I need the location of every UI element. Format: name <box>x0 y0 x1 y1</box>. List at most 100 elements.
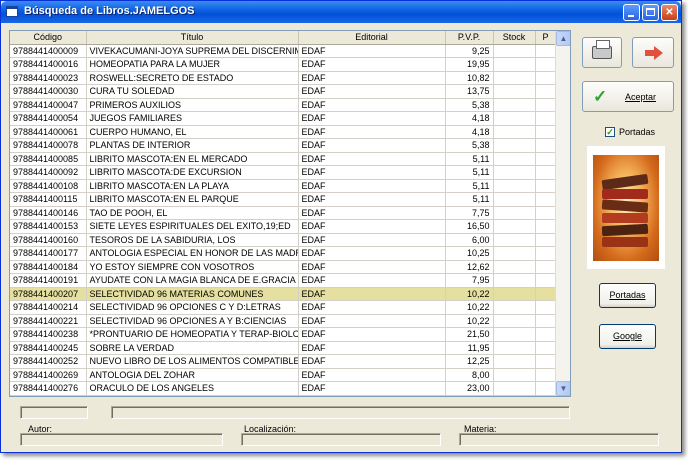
column-header-codigo[interactable]: Código <box>10 31 87 45</box>
checkmark-icon: ✓ <box>593 87 608 106</box>
cell-stock <box>493 165 536 180</box>
table-row[interactable]: 9788441400238 *PRONTUARIO DE HOMEOPATIA Y… <box>10 327 557 342</box>
cell-p <box>535 206 557 220</box>
table-row[interactable]: 9788441400184 YO ESTOY SIEMPRE CON VOSOTR… <box>10 260 557 274</box>
table-row[interactable]: 9788441400191 AYUDATE CON LA MAGIA BLANCA… <box>10 273 557 288</box>
table-row[interactable]: 9788441400269 ANTOLOGIA DEL ZOHAR EDAF 8,00 <box>10 368 557 382</box>
cell-stock <box>493 368 536 382</box>
table-row[interactable]: 9788441400252 NUEVO LIBRO DE LOS ALIMENTO… <box>10 354 557 369</box>
close-button[interactable]: ✕ <box>661 4 678 21</box>
minimize-button[interactable] <box>623 4 640 21</box>
cell-pvp: 7,95 <box>445 273 494 288</box>
grid-vertical-scrollbar[interactable]: ▲ ▼ <box>555 31 570 396</box>
cell-stock <box>493 98 536 112</box>
cell-codigo: 9788441400023 <box>10 71 87 85</box>
cell-pvp: 5,11 <box>445 179 494 193</box>
table-row[interactable]: 9788441400146 TAO DE POOH, EL EDAF 7,75 <box>10 206 557 220</box>
scroll-up-arrow-icon[interactable]: ▲ <box>556 31 570 46</box>
table-row[interactable]: 9788441400030 CURA TU SOLEDAD EDAF 13,75 <box>10 84 557 99</box>
grid-header-row: Código Título Editorial P.V.P. Stock P <box>10 31 557 45</box>
cell-titulo: *PRONTUARIO DE HOMEOPATIA Y TERAP-BIOLOG <box>86 327 299 342</box>
cell-codigo: 9788441400269 <box>10 368 87 382</box>
cell-stock <box>493 233 536 247</box>
localizacion-field <box>241 433 441 446</box>
cell-stock <box>493 300 536 315</box>
maximize-button[interactable] <box>642 4 659 21</box>
table-row[interactable]: 9788441400221 SELECTIVIDAD 96 OPCIONES A … <box>10 314 557 328</box>
cell-p <box>535 138 557 153</box>
cell-stock <box>493 260 536 274</box>
accept-button[interactable]: ✓ Aceptar <box>582 81 674 112</box>
column-header-p[interactable]: P <box>535 31 557 45</box>
cell-p <box>535 327 557 342</box>
cell-titulo: ROSWELL:SECRETO DE ESTADO <box>86 71 299 85</box>
cell-editorial: EDAF <box>298 314 446 328</box>
google-button[interactable]: Google <box>599 324 656 349</box>
cell-codigo: 9788441400078 <box>10 138 87 153</box>
cell-titulo: TAO DE POOH, EL <box>86 206 299 220</box>
cell-p <box>535 368 557 382</box>
cell-p <box>535 44 557 58</box>
cell-codigo: 9788441400221 <box>10 314 87 328</box>
cell-p <box>535 98 557 112</box>
cell-codigo: 9788441400207 <box>10 287 87 301</box>
table-row[interactable]: 9788441400160 TESOROS DE LA SABIDURIA, LO… <box>10 233 557 247</box>
portadas-checkbox[interactable]: ✓ <box>605 127 615 137</box>
cell-p <box>535 152 557 166</box>
cell-editorial: EDAF <box>298 98 446 112</box>
cell-pvp: 5,11 <box>445 192 494 207</box>
cell-editorial: EDAF <box>298 233 446 247</box>
portadas-button[interactable]: Portadas <box>599 283 656 308</box>
cell-stock <box>493 71 536 85</box>
table-row[interactable]: 9788441400108 LIBRITO MASCOTA:EN LA PLAYA… <box>10 179 557 193</box>
exit-button[interactable] <box>632 37 674 68</box>
close-icon: ✕ <box>665 7 674 18</box>
cell-codigo: 9788441400245 <box>10 341 87 355</box>
cell-codigo: 9788441400184 <box>10 260 87 274</box>
table-row[interactable]: 9788441400078 PLANTAS DE INTERIOR EDAF 5,38 <box>10 138 557 153</box>
table-row[interactable]: 9788441400054 JUEGOS FAMILIARES EDAF 4,18 <box>10 111 557 126</box>
printer-icon <box>592 40 612 59</box>
status-field-left <box>20 406 88 419</box>
cell-pvp: 10,82 <box>445 71 494 85</box>
table-row[interactable]: 9788441400207 SELECTIVIDAD 96 MATERIAS CO… <box>10 287 557 301</box>
cell-editorial: EDAF <box>298 179 446 193</box>
table-row[interactable]: 9788441400047 PRIMEROS AUXILIOS EDAF 5,38 <box>10 98 557 112</box>
cell-stock <box>493 179 536 193</box>
cell-titulo: PLANTAS DE INTERIOR <box>86 138 299 153</box>
cell-p <box>535 354 557 369</box>
table-row[interactable]: 9788441400276 ORACULO DE LOS ANGELES EDAF 2… <box>10 381 557 396</box>
google-button-label: Google <box>612 331 643 341</box>
table-row[interactable]: 9788441400245 SOBRE LA VERDAD EDAF 11,95 <box>10 341 557 355</box>
table-row[interactable]: 9788441400061 CUERPO HUMANO, EL EDAF 4,18 <box>10 125 557 139</box>
table-row[interactable]: 9788441400023 ROSWELL:SECRETO DE ESTADO ED… <box>10 71 557 85</box>
column-header-pvp[interactable]: P.V.P. <box>445 31 494 45</box>
scroll-down-arrow-icon[interactable]: ▼ <box>556 381 570 396</box>
print-button[interactable] <box>582 37 622 68</box>
cell-titulo: ORACULO DE LOS ANGELES <box>86 381 299 396</box>
column-header-stock[interactable]: Stock <box>493 31 536 45</box>
column-header-titulo[interactable]: Título <box>86 31 299 45</box>
cell-pvp: 8,00 <box>445 368 494 382</box>
cell-codigo: 9788441400238 <box>10 327 87 342</box>
table-row[interactable]: 9788441400092 LIBRITO MASCOTA:DE EXCURSIO… <box>10 165 557 180</box>
table-row[interactable]: 9788441400085 LIBRITO MASCOTA:EN EL MERCA… <box>10 152 557 166</box>
cell-editorial: EDAF <box>298 44 446 58</box>
cell-codigo: 9788441400160 <box>10 233 87 247</box>
table-row[interactable]: 9788441400009 VIVEKACUMANI-JOYA SUPREMA D… <box>10 44 557 58</box>
table-row[interactable]: 9788441400115 LIBRITO MASCOTA:EN EL PARQU… <box>10 192 557 207</box>
column-header-editorial[interactable]: Editorial <box>298 31 446 45</box>
cell-stock <box>493 111 536 126</box>
table-row[interactable]: 9788441400177 ANTOLOGIA ESPECIAL EN HONOR… <box>10 246 557 261</box>
table-row[interactable]: 9788441400214 SELECTIVIDAD 96 OPCIONES C … <box>10 300 557 315</box>
cell-stock <box>493 192 536 207</box>
title-bar[interactable]: Búsqueda de Libros.JAMELGOS ✕ <box>1 1 681 23</box>
maximize-icon <box>646 8 655 16</box>
cell-editorial: EDAF <box>298 206 446 220</box>
cell-codigo: 9788441400115 <box>10 192 87 207</box>
table-row[interactable]: 9788441400016 HOMEOPATIA PARA LA MUJER EDA… <box>10 57 557 72</box>
books-grid[interactable]: Código Título Editorial P.V.P. Stock P 9… <box>9 30 571 397</box>
table-row[interactable]: 9788441400153 SIETE LEYES ESPIRITUALES DE… <box>10 219 557 234</box>
cell-titulo: ANTOLOGIA DEL ZOHAR <box>86 368 299 382</box>
cell-stock <box>493 354 536 369</box>
